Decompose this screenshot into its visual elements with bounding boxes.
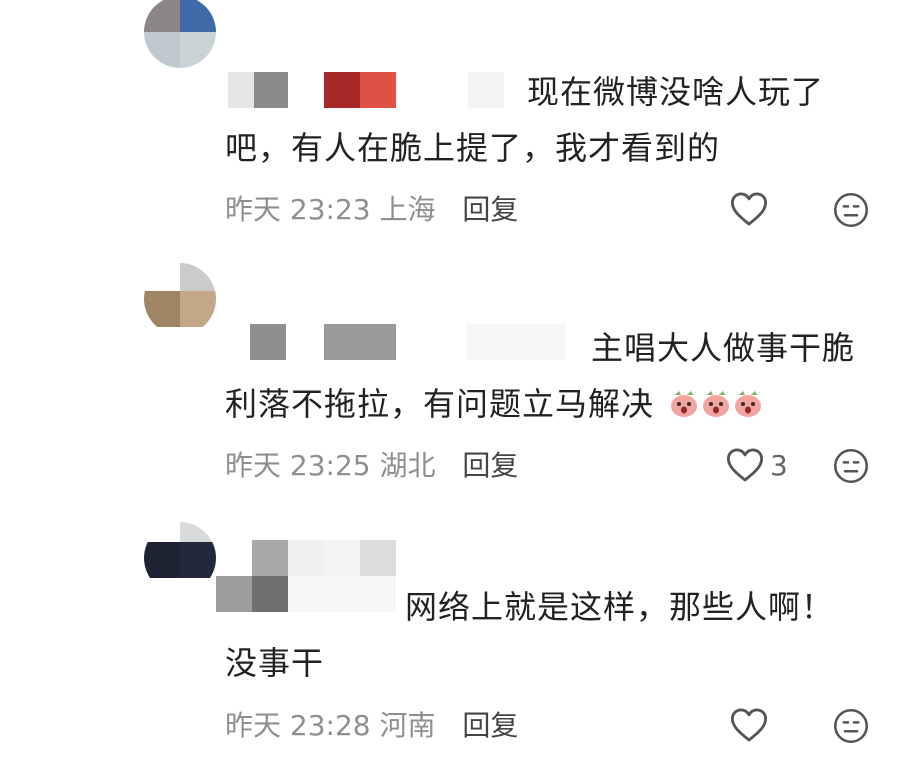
like-button[interactable]: 3 — [726, 447, 788, 483]
comment-text: 主唱大人做事干脆 利落不拖拉，有问题立马解决 — [225, 320, 885, 432]
comment-text-line2: 吧，有人在脆上提了，我才看到的 — [225, 129, 721, 167]
comment-text-line2: 利落不拖拉，有问题立马解决 — [225, 385, 655, 423]
reply-button[interactable]: 回复 — [462, 709, 518, 742]
comment-location: 湖北 — [379, 449, 436, 482]
comment-location: 河南 — [379, 709, 436, 742]
comment-text-line1: 现在微博没啥人玩了 — [527, 73, 825, 111]
comment-text-line2: 没事干 — [225, 644, 325, 682]
peach-surprised-emoji — [671, 391, 698, 417]
comment-text-line1: 主唱大人做事干脆 — [591, 329, 856, 367]
like-button[interactable] — [730, 191, 774, 227]
heart-outline-icon — [730, 708, 768, 742]
emoji-group — [658, 385, 765, 423]
heart-outline-icon — [730, 192, 768, 226]
comment-text: 网络上就是这样，那些人啊！ 没事干 — [225, 579, 885, 691]
comment-text: 现在微博没啥人玩了 吧，有人在脆上提了，我才看到的 — [225, 64, 885, 176]
peach-surprised-emoji — [735, 391, 762, 417]
like-button[interactable] — [730, 707, 774, 743]
comment-meta: 昨天 23:25 湖北 回复 — [225, 446, 518, 486]
comment-text-line1: 网络上就是这样，那些人啊！ — [405, 588, 835, 626]
comment-item: 主唱大人做事干脆 利落不拖拉，有问题立马解决 昨天 23:25 湖北 回复 3 — [0, 258, 922, 508]
heart-outline-icon — [726, 448, 764, 482]
comment-item: 网络上就是这样，那些人啊！ 没事干 昨天 23:28 河南 回复 — [0, 518, 922, 762]
avatar[interactable] — [144, 263, 216, 335]
comment-time: 昨天 23:25 — [225, 449, 371, 482]
reply-button[interactable]: 回复 — [462, 449, 518, 482]
comment-time: 昨天 23:28 — [225, 709, 371, 742]
reply-button[interactable]: 回复 — [462, 193, 518, 226]
neutral-face-icon[interactable] — [833, 448, 869, 484]
avatar[interactable] — [144, 0, 216, 68]
comment-item: 现在微博没啥人玩了 吧，有人在脆上提了，我才看到的 昨天 23:23 上海 回复 — [0, 0, 922, 250]
comment-time: 昨天 23:23 — [225, 193, 371, 226]
like-count: 3 — [770, 448, 788, 482]
neutral-face-icon[interactable] — [833, 708, 869, 744]
comment-meta: 昨天 23:23 上海 回复 — [225, 190, 518, 230]
avatar[interactable] — [144, 522, 216, 594]
comment-location: 上海 — [379, 193, 436, 226]
neutral-face-icon[interactable] — [833, 192, 869, 228]
peach-surprised-emoji — [703, 391, 730, 417]
comment-meta: 昨天 23:28 河南 回复 — [225, 706, 518, 746]
